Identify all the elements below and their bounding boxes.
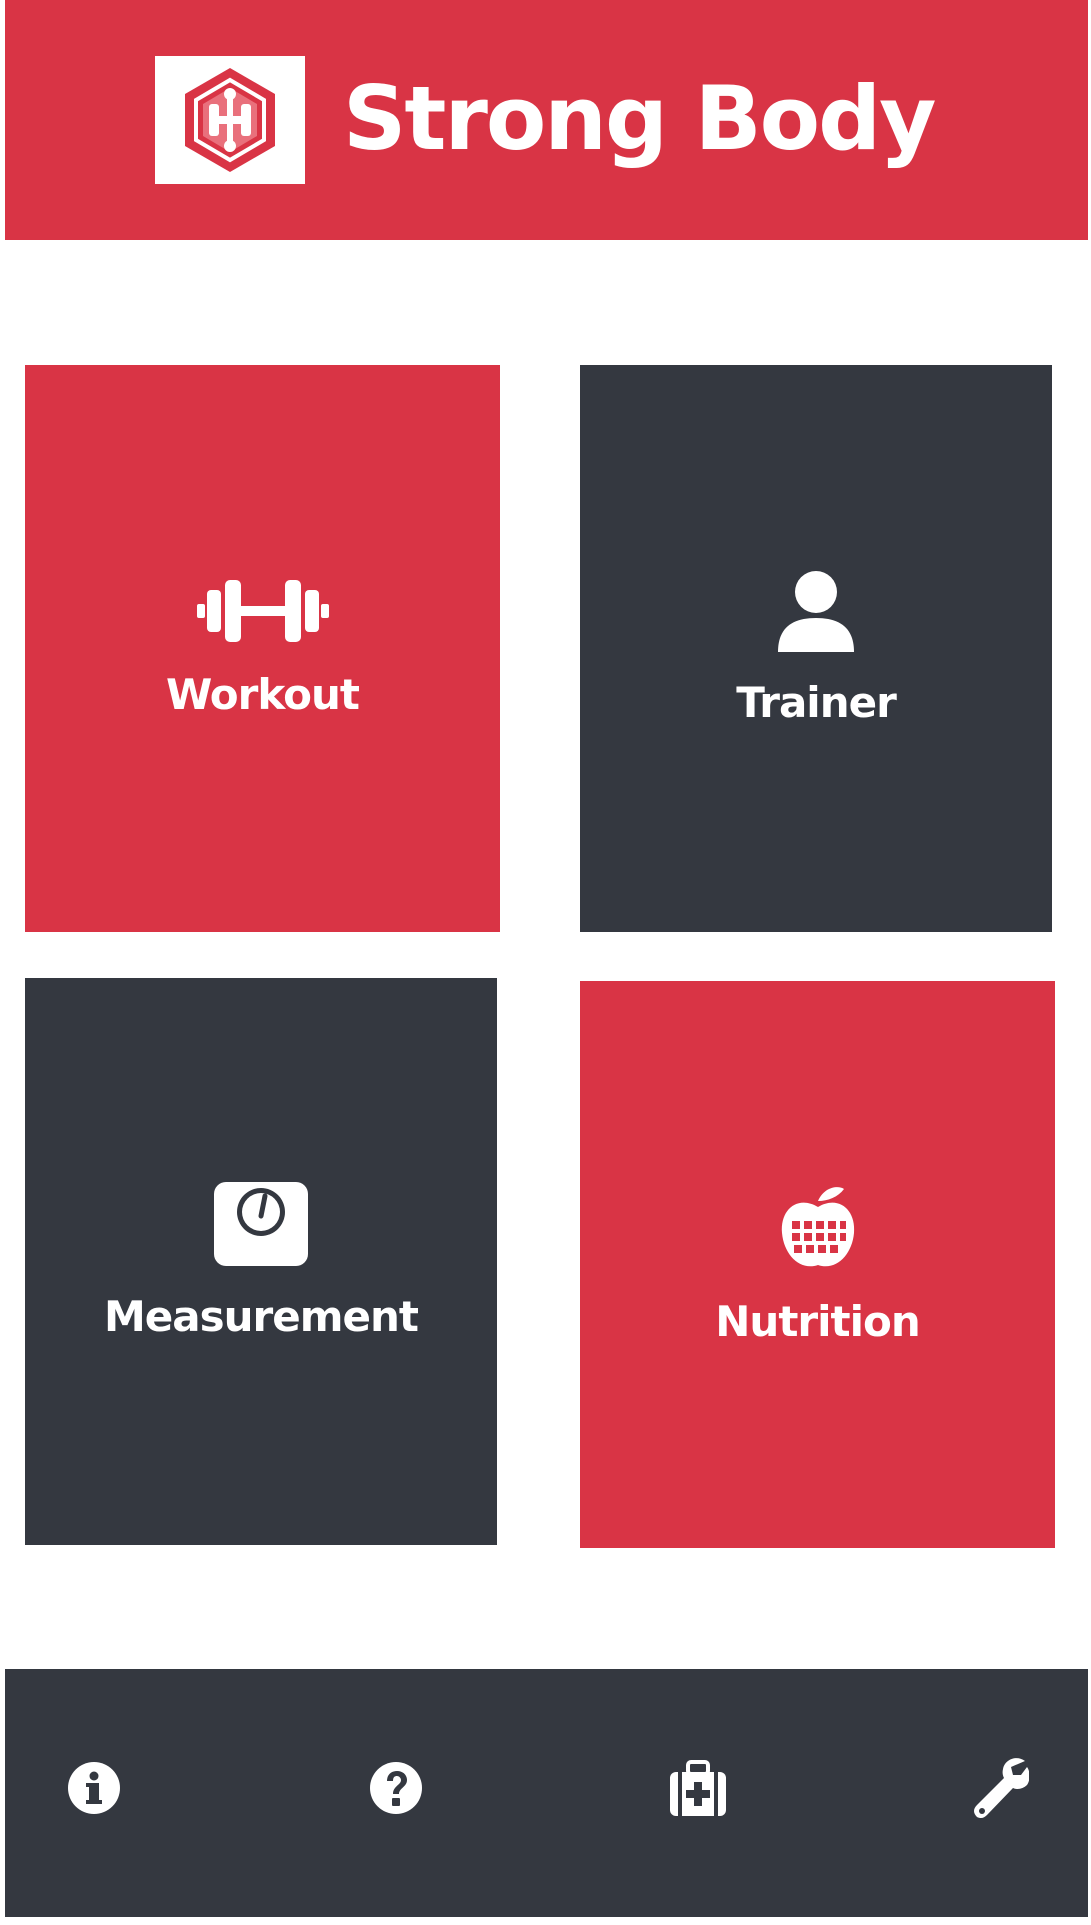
user-icon <box>778 571 854 652</box>
app-title: Strong Body <box>343 67 936 170</box>
measurement-tile[interactable]: Measurement <box>25 978 497 1545</box>
dumbbell-hexagon-logo-icon <box>185 68 275 172</box>
app-logo <box>155 56 305 184</box>
help-button[interactable] <box>361 1753 431 1823</box>
medical-kit-icon <box>670 1760 726 1816</box>
app-header: Strong Body <box>5 0 1088 240</box>
settings-button[interactable] <box>965 1753 1035 1823</box>
apple-calendar-icon <box>781 1187 854 1267</box>
help-icon <box>370 1762 422 1814</box>
trainer-label: Trainer <box>736 678 897 727</box>
weight-scale-icon <box>214 1182 308 1266</box>
workout-label: Workout <box>165 670 360 719</box>
wrench-icon <box>974 1758 1029 1819</box>
info-button[interactable] <box>59 1753 129 1823</box>
medical-kit-button[interactable] <box>663 1753 733 1823</box>
trainer-tile[interactable]: Trainer <box>580 365 1052 932</box>
bottom-nav <box>5 1669 1088 1917</box>
measurement-label: Measurement <box>104 1292 419 1341</box>
nutrition-tile[interactable]: Nutrition <box>580 981 1055 1548</box>
info-icon <box>68 1762 120 1814</box>
workout-tile[interactable]: Workout <box>25 365 500 932</box>
dumbbell-icon <box>196 580 329 642</box>
nutrition-label: Nutrition <box>715 1297 920 1346</box>
